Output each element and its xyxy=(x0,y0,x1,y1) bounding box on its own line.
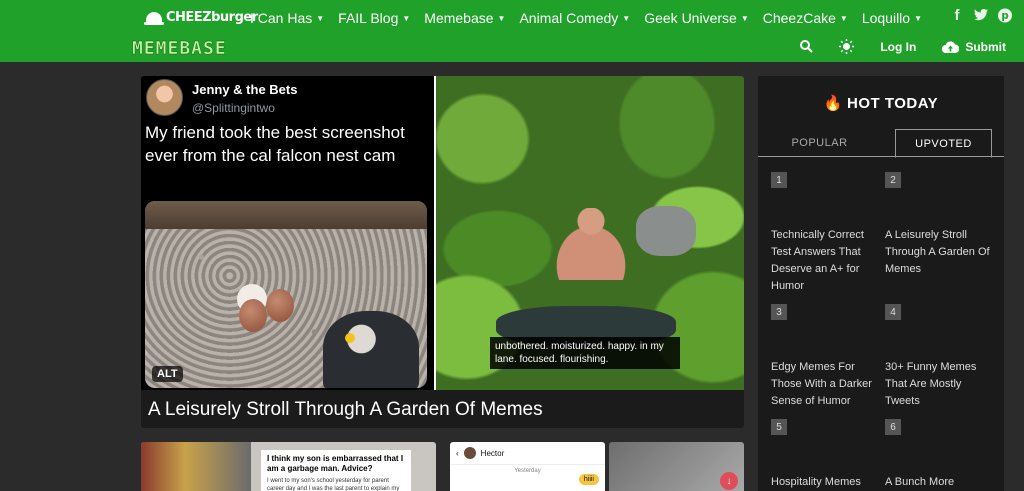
nav-item-i-can-has[interactable]: I Can Has ▼ xyxy=(250,8,338,28)
svg-text:p: p xyxy=(1001,10,1008,22)
post-thumbnail[interactable]: ↓ xyxy=(609,442,744,491)
memebase-logo[interactable]: MEMEBASE xyxy=(132,38,227,59)
header-actions: Log In Submit xyxy=(800,39,1006,54)
nav-label: I Can Has xyxy=(250,10,313,26)
nav-label: Loquillo xyxy=(861,10,911,26)
advice-body: I went to my son's school yesterday for … xyxy=(267,478,400,491)
avatar xyxy=(146,79,183,116)
falcon-nest-photo: ALT xyxy=(145,201,427,388)
hot-item-title[interactable]: A Bunch More xyxy=(885,474,995,491)
down-arrow-icon: ↓ xyxy=(720,472,738,490)
rank-badge: 3 xyxy=(771,304,787,320)
theme-toggle-button[interactable] xyxy=(839,39,855,54)
nest-box-board xyxy=(145,201,427,229)
twitter-icon[interactable] xyxy=(974,6,988,24)
nav-label: Geek Universe xyxy=(644,10,737,26)
chat-bubble: hiiii xyxy=(578,474,599,485)
top-navigation-bar: CHEEZburger I Can Has ▼ FAIL Blog ▼ Memeba… xyxy=(0,0,1024,62)
falcon xyxy=(323,311,419,388)
tab-upvoted[interactable]: UPVOTED xyxy=(895,129,992,158)
submit-label: Submit xyxy=(965,39,1006,54)
rank-badge: 5 xyxy=(771,419,787,435)
rank-badge: 4 xyxy=(885,304,901,320)
brand-name: CHEEZburger xyxy=(166,9,258,25)
featured-post-card[interactable]: Jenny & the Bets @Splittingintwo My frie… xyxy=(141,76,744,428)
social-links: f p xyxy=(950,6,1012,24)
caret-down-icon: ▼ xyxy=(497,13,506,23)
chat-date-label: Yesterday xyxy=(514,468,541,474)
rank-badge: 2 xyxy=(885,172,901,188)
hot-today-tabs: POPULAR UPVOTED xyxy=(758,129,1004,158)
nav-item-animal-comedy[interactable]: Animal Comedy ▼ xyxy=(519,8,644,28)
chat-contact-name: Hector xyxy=(480,448,505,458)
caret-down-icon: ▼ xyxy=(402,13,411,23)
hot-item-title[interactable]: A Leisurely Stroll Through A Garden Of M… xyxy=(885,227,995,278)
tweet-author-name: Jenny & the Bets xyxy=(192,82,298,97)
hot-today-label: HOT TODAY xyxy=(847,95,939,112)
nav-item-cheezcake[interactable]: CheezCake ▼ xyxy=(763,8,862,28)
rank-badge: 6 xyxy=(885,419,901,435)
nav-label: FAIL Blog xyxy=(338,10,399,26)
rank-badge: 1 xyxy=(771,172,787,188)
cheezburger-hat-icon xyxy=(144,11,164,25)
hot-item-title[interactable]: Technically Correct Test Answers That De… xyxy=(771,227,881,295)
search-icon xyxy=(800,40,814,53)
man-in-pond xyxy=(541,208,641,280)
search-button[interactable] xyxy=(800,40,814,53)
caret-down-icon: ▼ xyxy=(316,13,325,23)
post-thumbnail[interactable]: I think my son is embarrassed that I am … xyxy=(141,442,436,491)
nav-item-memebase[interactable]: Memebase ▼ xyxy=(424,8,519,28)
nav-item-loquillo[interactable]: Loquillo ▼ xyxy=(862,8,936,28)
nav-label: Animal Comedy xyxy=(519,10,619,26)
hot-item-title[interactable]: Hospitality Memes xyxy=(771,474,881,491)
egg xyxy=(266,289,294,322)
chat-header: ‹ Hector xyxy=(450,442,605,465)
nav-label: CheezCake xyxy=(762,10,836,26)
hot-today-heading: 🔥 HOT TODAY xyxy=(758,94,1004,112)
tweet-author-handle: @Splittingintwo xyxy=(192,101,275,115)
tweet-text: My friend took the best screenshot ever … xyxy=(145,123,405,165)
rock xyxy=(636,206,696,256)
street-photo xyxy=(141,442,251,491)
nav-item-fail-blog[interactable]: FAIL Blog ▼ xyxy=(338,8,424,28)
caret-down-icon: ▼ xyxy=(839,13,848,23)
submit-button[interactable]: Submit xyxy=(942,40,1006,54)
alt-text-badge[interactable]: ALT xyxy=(152,366,183,382)
login-button[interactable]: Log In xyxy=(880,40,916,54)
garden-pond-photo: unbothered. moisturized. happy. in my la… xyxy=(436,76,744,390)
photo-caption: unbothered. moisturized. happy. in my la… xyxy=(490,337,680,369)
advice-post-card: I think my son is embarrassed that I am … xyxy=(261,450,411,491)
tab-popular[interactable]: POPULAR xyxy=(758,129,881,157)
nav-item-geek-universe[interactable]: Geek Universe ▼ xyxy=(644,8,763,28)
egg xyxy=(239,299,267,332)
network-nav: I Can Has ▼ FAIL Blog ▼ Memebase ▼ Animal C… xyxy=(250,8,936,28)
caret-down-icon: ▼ xyxy=(622,13,631,23)
avatar xyxy=(463,447,476,459)
caret-down-icon: ▼ xyxy=(740,13,749,23)
facebook-icon[interactable]: f xyxy=(950,6,964,24)
back-arrow-icon: ‹ xyxy=(456,448,459,458)
caret-down-icon: ▼ xyxy=(914,13,922,23)
sun-icon xyxy=(839,39,855,54)
tweet-screenshot: Jenny & the Bets @Splittingintwo My frie… xyxy=(141,76,434,390)
hot-item-title[interactable]: Edgy Memes For Those With a Darker Sense… xyxy=(771,359,881,410)
post-thumbnail[interactable]: ‹ Hector Yesterday hiiii xyxy=(450,442,605,491)
advice-question: I think my son is embarrassed that I am … xyxy=(267,454,404,473)
hot-today-sidebar: 🔥 HOT TODAY POPULAR UPVOTED 1 Technically… xyxy=(758,76,1004,491)
cheezburger-logo[interactable]: CHEEZburger xyxy=(144,8,258,26)
pinterest-icon[interactable]: p xyxy=(998,6,1012,24)
flame-icon: 🔥 xyxy=(823,95,843,112)
hot-item-title[interactable]: 30+ Funny Memes That Are Mostly Tweets xyxy=(885,359,995,410)
cloud-upload-icon xyxy=(942,40,960,53)
nav-label: Memebase xyxy=(424,10,494,26)
featured-post-title[interactable]: A Leisurely Stroll Through A Garden Of M… xyxy=(148,399,543,421)
